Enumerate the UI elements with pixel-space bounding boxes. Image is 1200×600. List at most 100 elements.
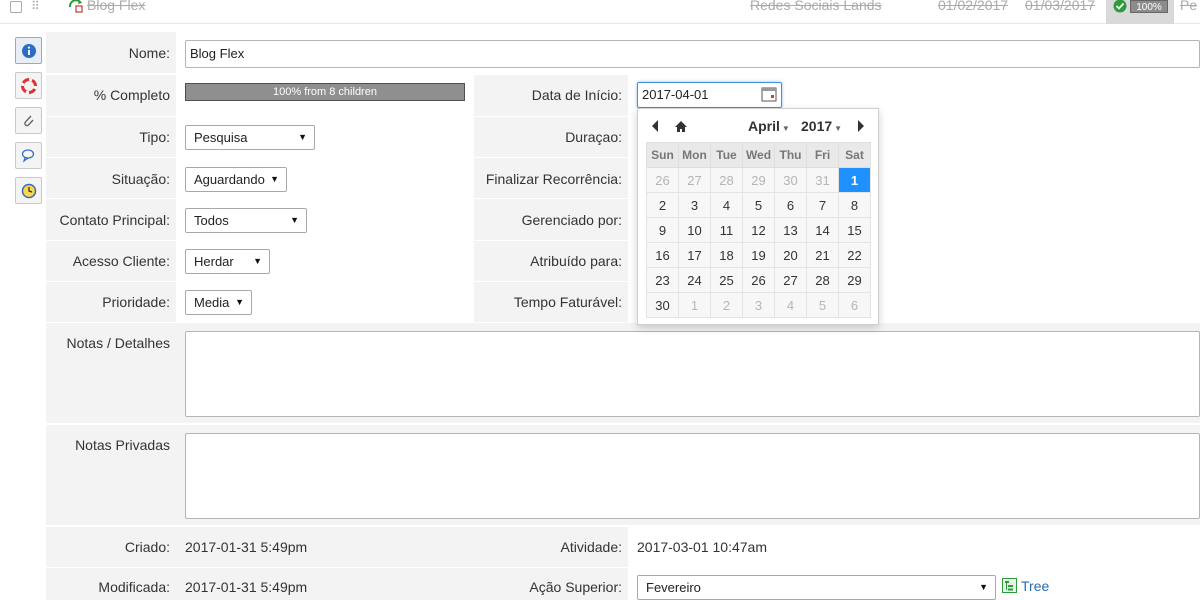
datepicker-year-label: 2017: [801, 118, 833, 134]
day-cell[interactable]: 30: [774, 167, 807, 193]
day-cell[interactable]: 22: [838, 242, 871, 268]
tipo-select[interactable]: Pesquisa ▼: [185, 125, 315, 150]
day-cell[interactable]: 20: [774, 242, 807, 268]
task-start-date: 01/02/2017: [938, 0, 1009, 13]
acesso-select[interactable]: Herdar ▼: [185, 249, 270, 274]
day-cell[interactable]: 2: [710, 292, 743, 318]
datepicker-month[interactable]: April ▼: [748, 118, 790, 134]
day-cell[interactable]: 19: [742, 242, 775, 268]
day-cell[interactable]: 11: [710, 217, 743, 243]
day-cell[interactable]: 25: [710, 267, 743, 293]
notas-privadas-textarea[interactable]: [185, 433, 1200, 519]
weekday-header: Mon: [678, 142, 711, 168]
day-cell[interactable]: 23: [646, 267, 679, 293]
nome-label: Nome:: [128, 45, 170, 61]
tree-link[interactable]: Tree: [1021, 578, 1049, 594]
day-cell[interactable]: 5: [806, 292, 839, 318]
info-tab-button[interactable]: [15, 37, 42, 64]
weekday-header: Thu: [774, 142, 807, 168]
day-cell[interactable]: 6: [838, 292, 871, 318]
year-caret-icon: ▼: [834, 124, 843, 133]
day-cell[interactable]: 3: [678, 192, 711, 218]
situacao-select[interactable]: Aguardando ▼: [185, 167, 287, 192]
calendar-icon[interactable]: [761, 86, 777, 102]
acao-label: Ação Superior:: [529, 579, 622, 595]
task-progress-badge: 100%: [1130, 0, 1168, 13]
day-cell[interactable]: 27: [678, 167, 711, 193]
day-cell[interactable]: 30: [646, 292, 679, 318]
day-cell[interactable]: 14: [806, 217, 839, 243]
chevron-down-icon: ▼: [290, 215, 299, 225]
day-cell[interactable]: 1: [678, 292, 711, 318]
day-cell[interactable]: 31: [806, 167, 839, 193]
datepicker-month-label: April: [748, 118, 780, 134]
contato-select[interactable]: Todos ▼: [185, 208, 307, 233]
chevron-down-icon: ▼: [270, 174, 279, 184]
day-cell[interactable]: 6: [774, 192, 807, 218]
day-cell[interactable]: 4: [774, 292, 807, 318]
week-row: 23 24 25 26 27 28 29: [646, 267, 871, 293]
day-cell[interactable]: 27: [774, 267, 807, 293]
weekday-header: Sun: [646, 142, 679, 168]
info-icon: [21, 43, 36, 58]
attachments-tab-button[interactable]: [15, 107, 42, 134]
day-cell[interactable]: 10: [678, 217, 711, 243]
home-icon[interactable]: [674, 120, 688, 133]
day-cell[interactable]: 7: [806, 192, 839, 218]
recurring-task-icon: [68, 0, 83, 13]
help-tab-button[interactable]: [15, 72, 42, 99]
nome-input[interactable]: Blog Flex: [185, 40, 1200, 68]
day-cell[interactable]: 8: [838, 192, 871, 218]
atribuido-label: Atribuído para:: [530, 253, 622, 269]
day-cell[interactable]: 12: [742, 217, 775, 243]
comments-tab-button[interactable]: [15, 142, 42, 169]
tree-icon[interactable]: [1002, 578, 1017, 593]
task-title[interactable]: Blog Flex: [87, 0, 145, 13]
notas-label: Notas / Detalhes: [66, 335, 171, 351]
day-cell[interactable]: 29: [742, 167, 775, 193]
day-cell[interactable]: 2: [646, 192, 679, 218]
chevron-down-icon: ▼: [298, 132, 307, 142]
tipo-select-value: Pesquisa: [194, 130, 248, 145]
row-checkbox[interactable]: [10, 1, 22, 13]
day-cell[interactable]: 17: [678, 242, 711, 268]
prioridade-select[interactable]: Media ▼: [185, 290, 252, 315]
next-month-icon[interactable]: [857, 120, 865, 132]
history-tab-button[interactable]: [15, 177, 42, 204]
day-cell[interactable]: 16: [646, 242, 679, 268]
day-cell[interactable]: 13: [774, 217, 807, 243]
day-cell[interactable]: 29: [838, 267, 871, 293]
acao-select[interactable]: Fevereiro ▼: [637, 575, 996, 600]
day-cell-selected[interactable]: 1: [838, 167, 871, 193]
week-row: 2 3 4 5 6 7 8: [646, 192, 871, 218]
acesso-select-value: Herdar: [194, 254, 234, 269]
day-cell[interactable]: 26: [742, 267, 775, 293]
atividade-label: Atividade:: [560, 539, 622, 555]
day-cell[interactable]: 28: [806, 267, 839, 293]
gerenciado-label: Gerenciado por:: [521, 212, 622, 228]
datepicker-year[interactable]: 2017 ▼: [801, 118, 842, 134]
day-cell[interactable]: 5: [742, 192, 775, 218]
notas-textarea[interactable]: [185, 331, 1200, 417]
day-cell[interactable]: 28: [710, 167, 743, 193]
drag-handle-icon[interactable]: ⠿: [31, 0, 40, 12]
atividade-value: 2017-03-01 10:47am: [637, 539, 767, 555]
task-group[interactable]: Redes Sociais Lands: [750, 0, 882, 13]
day-cell[interactable]: 18: [710, 242, 743, 268]
chevron-down-icon: ▼: [253, 256, 262, 266]
day-cell[interactable]: 15: [838, 217, 871, 243]
day-cell[interactable]: 9: [646, 217, 679, 243]
week-row: 16 17 18 19 20 21 22: [646, 242, 871, 268]
weekday-header: Tue: [710, 142, 743, 168]
day-cell[interactable]: 21: [806, 242, 839, 268]
chevron-down-icon: ▼: [979, 582, 988, 592]
day-cell[interactable]: 4: [710, 192, 743, 218]
day-cell[interactable]: 26: [646, 167, 679, 193]
prev-month-icon[interactable]: [651, 120, 659, 132]
criado-label: Criado:: [124, 539, 170, 555]
tempo-label: Tempo Faturável:: [513, 294, 622, 310]
day-cell[interactable]: 24: [678, 267, 711, 293]
prioridade-label: Prioridade:: [102, 294, 170, 310]
modificada-value: 2017-01-31 5:49pm: [185, 579, 308, 595]
day-cell[interactable]: 3: [742, 292, 775, 318]
